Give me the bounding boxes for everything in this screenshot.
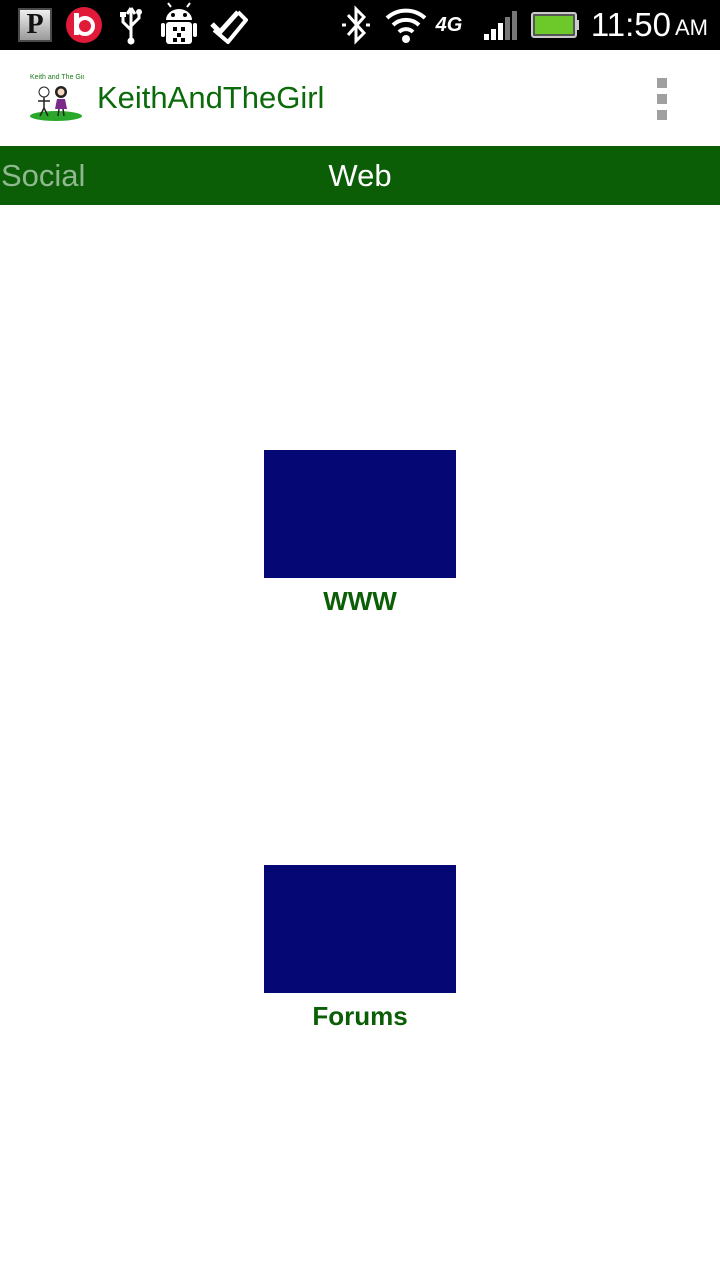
www-thumbnail[interactable] <box>264 450 456 578</box>
signal-icon <box>484 11 517 40</box>
overflow-menu-icon[interactable] <box>650 76 674 122</box>
forums-label[interactable]: Forums <box>264 1001 456 1031</box>
tab-strip: Social Web <box>0 146 720 205</box>
pandora-icon: P <box>18 8 52 42</box>
svg-text:Keith and The Girl: Keith and The Girl <box>30 74 84 81</box>
android-debug-icon <box>161 2 197 44</box>
network-type-label: 4G <box>435 13 463 36</box>
task-check-icon <box>210 10 248 44</box>
tab-web[interactable]: Web <box>0 146 720 205</box>
action-bar: Keith and The Girl KeithAndTheGirl <box>0 50 720 146</box>
battery-icon <box>531 12 579 38</box>
www-label[interactable]: WWW <box>264 586 456 616</box>
clock-time: 11:50 <box>590 6 671 43</box>
link-www[interactable]: WWW <box>264 450 456 616</box>
beats-icon <box>66 7 102 43</box>
clock: 11:50 AM <box>591 0 708 50</box>
app-logo[interactable]: Keith and The Girl <box>26 72 84 124</box>
wifi-icon <box>385 8 427 43</box>
app-title: KeithAndTheGirl <box>97 80 325 115</box>
usb-icon <box>120 7 142 45</box>
forums-thumbnail[interactable] <box>264 865 456 993</box>
bluetooth-icon <box>342 5 370 45</box>
clock-ampm: AM <box>675 15 708 40</box>
status-bar: P 4G 11:50 AM <box>0 0 720 50</box>
link-forums[interactable]: Forums <box>264 865 456 1031</box>
